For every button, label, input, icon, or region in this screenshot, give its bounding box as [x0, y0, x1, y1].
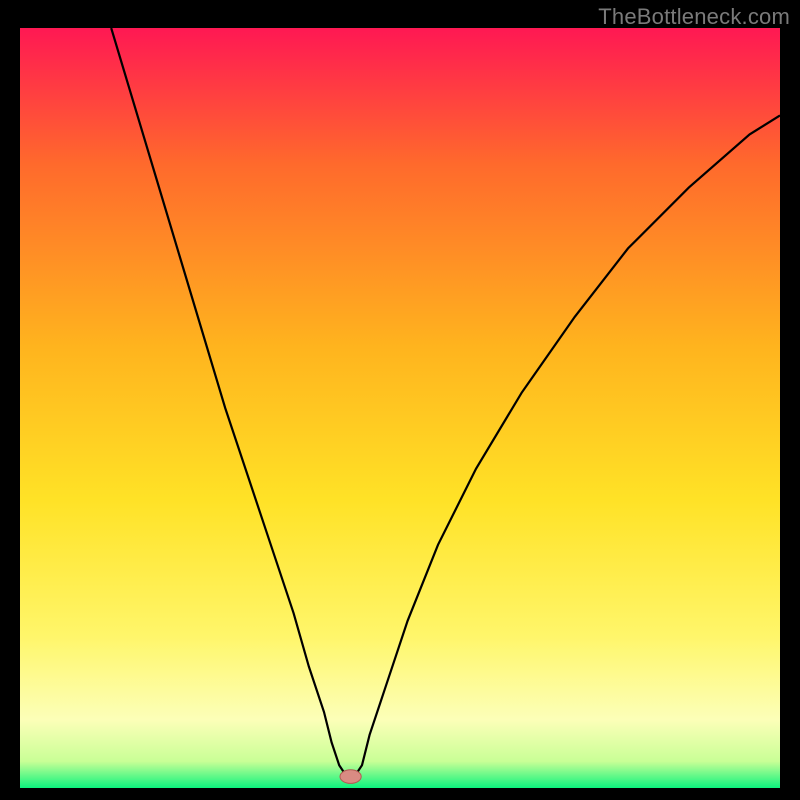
- bottleneck-chart-svg: [20, 28, 780, 788]
- watermark-text: TheBottleneck.com: [598, 4, 790, 30]
- chart-frame: TheBottleneck.com: [0, 0, 800, 800]
- gradient-background: [20, 28, 780, 788]
- optimal-point-marker: [340, 770, 361, 784]
- plot-area: [20, 28, 780, 788]
